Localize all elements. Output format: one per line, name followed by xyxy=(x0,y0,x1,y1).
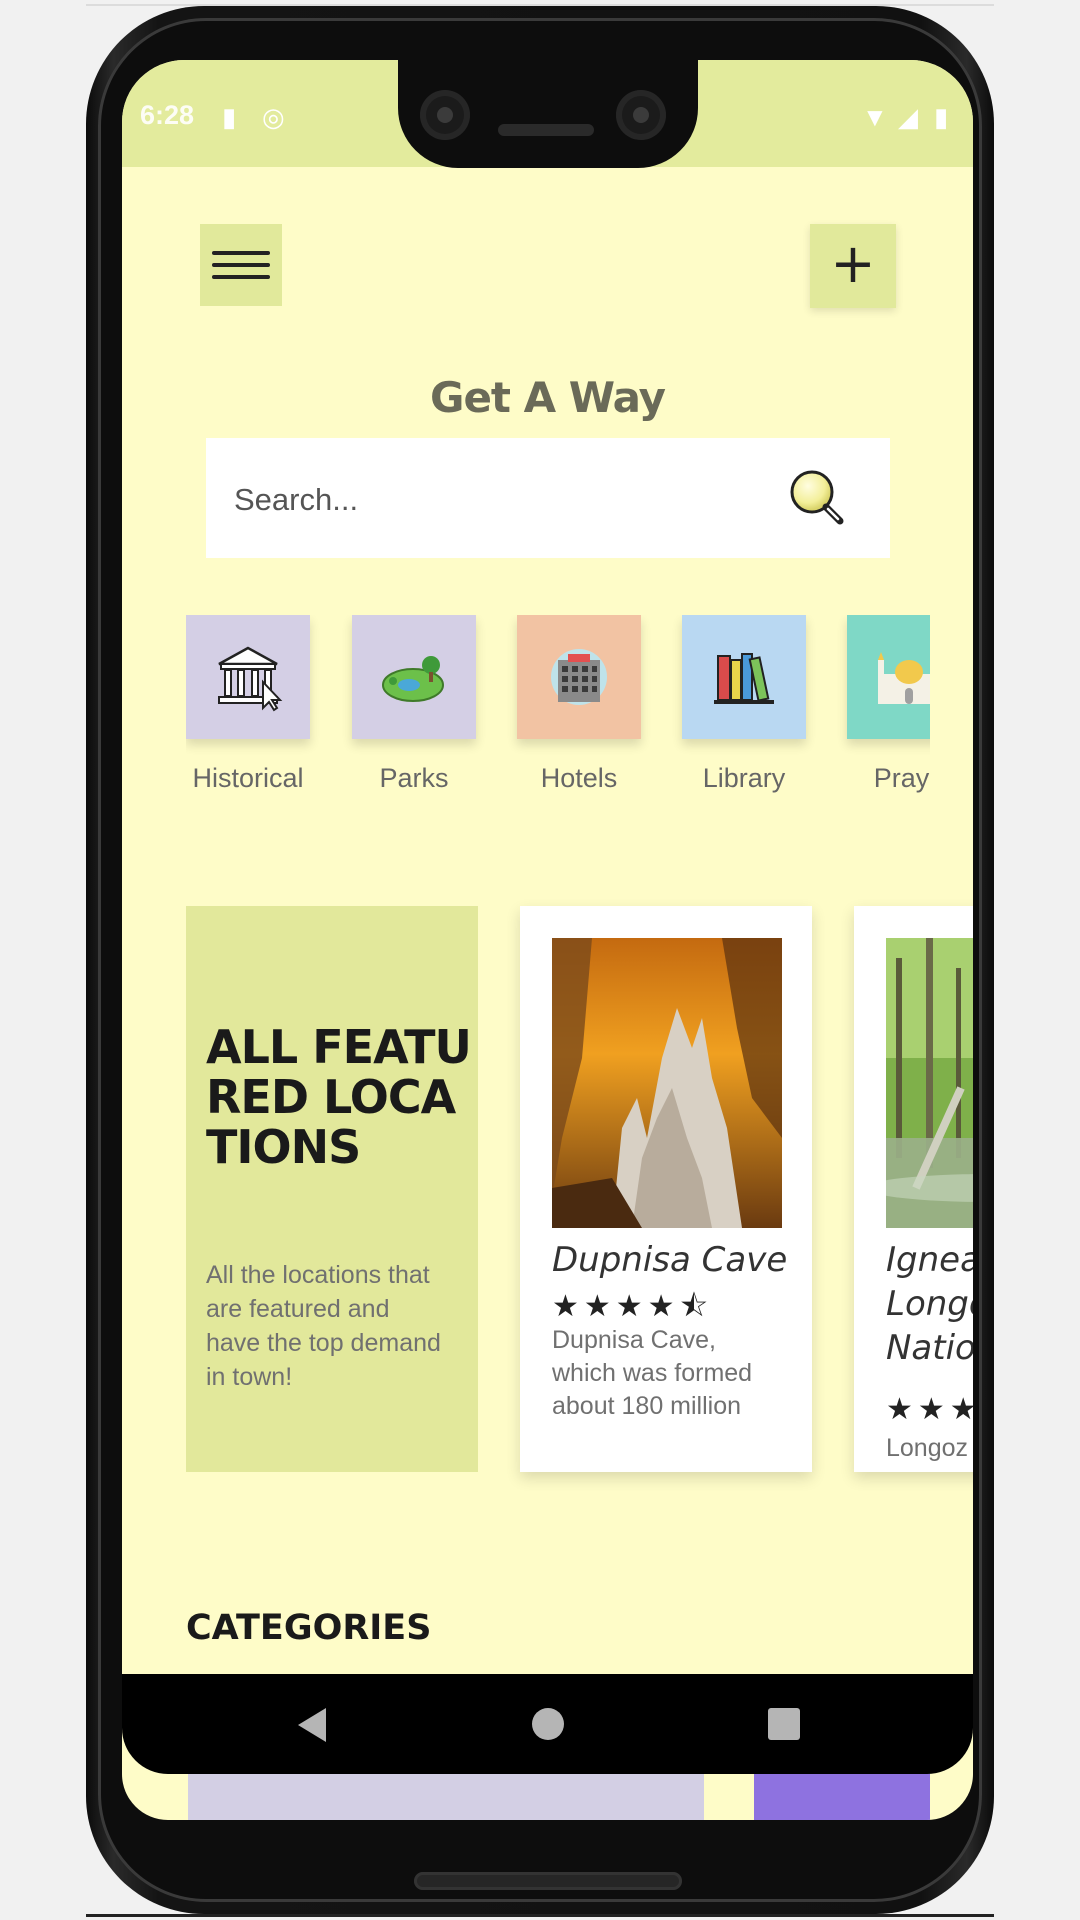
status-time: 6:28 xyxy=(140,100,195,130)
location-description: Longoz xyxy=(886,1434,969,1462)
category-label: Parks xyxy=(379,763,449,793)
phone-frame: 6:28 ▮ ◎ ▼ ◢ ▮ + Get A Way Search... His… xyxy=(86,6,994,1914)
mosque-icon xyxy=(878,652,930,704)
recents-icon[interactable] xyxy=(768,1708,800,1740)
camera-notch xyxy=(398,60,698,168)
hamburger-line xyxy=(212,275,270,279)
location-name: Igneada Longoz National xyxy=(886,1240,973,1368)
location-image xyxy=(886,938,973,1228)
location-image xyxy=(552,938,782,1228)
category-item-prayer[interactable]: Praye xyxy=(847,615,930,794)
hamburger-line xyxy=(212,263,270,267)
category-item-historical[interactable]: Historical xyxy=(186,615,310,794)
category-tile[interactable] xyxy=(352,615,476,739)
earpiece xyxy=(498,124,594,136)
app-screen: 6:28 ▮ ◎ ▼ ◢ ▮ + Get A Way Search... His… xyxy=(122,60,973,1820)
search-bar[interactable] xyxy=(206,438,890,558)
category-label: Praye xyxy=(873,763,930,793)
phone-bezel: 6:28 ▮ ◎ ▼ ◢ ▮ + Get A Way Search... His… xyxy=(98,18,982,1902)
categories-title: CATEGORIES xyxy=(186,1608,432,1648)
featured-description: All the locations that are featured and … xyxy=(206,1261,441,1391)
location-card[interactable]: Dupnisa Cave ★★★★⯪ Dupnisa Cave, which w… xyxy=(520,906,812,1472)
add-button[interactable]: + xyxy=(810,224,896,308)
location-description: Dupnisa Cave, which was formed about 180… xyxy=(552,1326,753,1420)
category-item-parks[interactable]: Parks xyxy=(352,615,476,794)
bottom-divider xyxy=(86,1914,994,1917)
home-icon[interactable] xyxy=(532,1708,564,1740)
battery-icon: ▮ xyxy=(934,102,949,132)
featured-panel: ALL FEATURED LOCATIONS All the locations… xyxy=(186,906,478,1472)
signal-icon: ◢ xyxy=(898,102,918,132)
hotel-icon xyxy=(551,649,607,705)
category-label: Library xyxy=(702,763,786,793)
category-tile[interactable] xyxy=(847,615,930,739)
category-item-hotels[interactable]: Hotels xyxy=(517,615,641,794)
museum-icon xyxy=(218,646,283,712)
back-icon[interactable] xyxy=(298,1708,326,1742)
search-input[interactable] xyxy=(232,472,756,528)
app-title: Get A Way xyxy=(429,373,666,422)
category-item-library[interactable]: Library xyxy=(682,615,806,794)
category-strip[interactable]: Historical Parks Hotels Library Pray xyxy=(186,615,930,855)
wifi-icon: ▼ xyxy=(862,102,888,132)
park-icon xyxy=(382,656,444,702)
rating-stars: ★★★ xyxy=(886,1393,973,1426)
featured-title: ALL FEATURED LOCATIONS xyxy=(206,1020,472,1174)
front-sensor-icon xyxy=(616,90,666,140)
sync-icon: ◎ xyxy=(262,102,285,132)
category-label: Hotels xyxy=(540,763,618,793)
category-label: Historical xyxy=(192,763,304,793)
search-icon[interactable] xyxy=(786,468,850,532)
location-card[interactable]: Igneada Longoz National ★★★ Longoz xyxy=(854,906,973,1472)
menu-button[interactable] xyxy=(200,224,282,306)
category-tile[interactable] xyxy=(517,615,641,739)
category-tile[interactable] xyxy=(682,615,806,739)
books-icon xyxy=(714,653,774,704)
bottom-speaker xyxy=(414,1872,682,1890)
category-tile[interactable] xyxy=(186,615,310,739)
front-camera-icon xyxy=(420,90,470,140)
sd-card-icon: ▮ xyxy=(222,102,237,132)
location-name: Dupnisa Cave xyxy=(552,1240,788,1280)
system-nav-bar xyxy=(122,1674,973,1774)
hamburger-menu-icon xyxy=(212,251,270,255)
